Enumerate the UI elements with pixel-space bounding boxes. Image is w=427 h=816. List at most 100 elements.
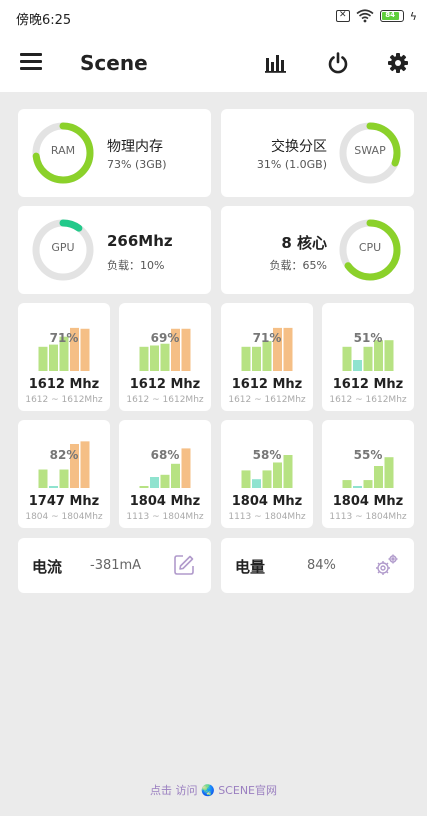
ram-title: 物理内存 bbox=[107, 139, 163, 155]
core-4-bar-1 bbox=[49, 486, 58, 488]
core-load-5: 68% bbox=[150, 448, 180, 462]
status-icons: ✕ 84 ϟ bbox=[335, 9, 417, 23]
battery-icon: 84 bbox=[379, 10, 404, 22]
ram-detail: 73% (3GB) bbox=[107, 158, 167, 171]
core-card-4[interactable]: 82% 1747 Mhz 1804 ~ 1804Mhz bbox=[18, 420, 110, 528]
core-card-7[interactable]: 55% 1804 Mhz 1113 ~ 1804Mhz bbox=[322, 420, 414, 528]
power-icon[interactable] bbox=[325, 50, 351, 76]
core-freq-4: 1747 Mhz bbox=[28, 494, 100, 509]
core-7-bar-2 bbox=[363, 480, 373, 488]
menu-button[interactable] bbox=[20, 53, 42, 71]
core-3-bar-2 bbox=[363, 346, 373, 371]
core-5-bar-1 bbox=[150, 477, 159, 488]
app-bar: Scene bbox=[0, 36, 427, 92]
core-0-bar-0 bbox=[38, 346, 48, 371]
settings-icon[interactable] bbox=[385, 50, 411, 76]
core-freq-1: 1612 Mhz bbox=[129, 377, 201, 392]
core-card-0[interactable]: 71% 1612 Mhz 1612 ~ 1612Mhz bbox=[18, 303, 110, 411]
core-1-bar-2 bbox=[160, 343, 170, 371]
core-freq-0: 1612 Mhz bbox=[28, 377, 100, 392]
core-2-bar-0 bbox=[241, 346, 251, 371]
core-range-0: 1612 ~ 1612Mhz bbox=[25, 395, 103, 405]
core-freq-6: 1804 Mhz bbox=[231, 494, 303, 509]
core-load-6: 58% bbox=[252, 448, 282, 462]
core-load-7: 55% bbox=[353, 448, 383, 462]
core-2-bar-1 bbox=[252, 346, 261, 371]
core-range-1: 1612 ~ 1612Mhz bbox=[126, 395, 204, 405]
current-card[interactable]: 电流 -381mA bbox=[18, 538, 211, 593]
gpu-load: 负载：10% bbox=[107, 259, 165, 272]
status-time: 傍晚6:25 bbox=[16, 13, 72, 28]
globe-icon: 🌏 bbox=[201, 784, 215, 797]
cpu-ring-label: CPU bbox=[358, 241, 382, 254]
swap-title: 交换分区 bbox=[271, 139, 327, 155]
core-6-bar-2 bbox=[262, 470, 272, 488]
core-card-5[interactable]: 68% 1804 Mhz 1113 ~ 1804Mhz bbox=[119, 420, 211, 528]
gpu-frequency: 266Mhz bbox=[107, 232, 173, 250]
core-card-2[interactable]: 71% 1612 Mhz 1612 ~ 1612Mhz bbox=[221, 303, 313, 411]
cpu-cores: 8 核心 bbox=[281, 234, 327, 252]
gpu-ring-label: GPU bbox=[51, 241, 75, 254]
footer-text: 点击 访问 bbox=[150, 784, 198, 797]
core-5-bar-3 bbox=[171, 463, 180, 488]
core-card-1[interactable]: 69% 1612 Mhz 1612 ~ 1612Mhz bbox=[119, 303, 211, 411]
current-label: 电流 bbox=[32, 558, 63, 576]
core-0-bar-1 bbox=[49, 344, 58, 371]
core-range-6: 1113 ~ 1804Mhz bbox=[228, 512, 306, 522]
battery-card[interactable]: 电量 84% bbox=[221, 538, 414, 593]
website-link[interactable]: SCENE官网 bbox=[218, 784, 277, 797]
core-card-3[interactable]: 51% 1612 Mhz 1612 ~ 1612Mhz bbox=[322, 303, 414, 411]
cpu-load: 负载：65% bbox=[269, 259, 327, 272]
core-range-7: 1113 ~ 1804Mhz bbox=[329, 512, 407, 522]
core-load-2: 71% bbox=[252, 331, 282, 345]
core-freq-2: 1612 Mhz bbox=[231, 377, 303, 392]
core-7-bar-3 bbox=[374, 466, 383, 488]
core-range-5: 1113 ~ 1804Mhz bbox=[126, 512, 204, 522]
swap-card[interactable]: 交换分区 31% (1.0GB) SWAP bbox=[221, 109, 414, 197]
core-6-bar-0 bbox=[241, 470, 251, 488]
ram-card[interactable]: RAM 物理内存 73% (3GB) bbox=[18, 109, 211, 197]
core-load-4: 82% bbox=[49, 448, 79, 462]
edit-icon[interactable] bbox=[173, 554, 195, 576]
core-range-4: 1804 ~ 1804Mhz bbox=[25, 512, 103, 522]
core-5-bar-2 bbox=[160, 474, 170, 488]
core-5-bar-0 bbox=[139, 486, 149, 488]
current-value: -381mA bbox=[90, 558, 142, 573]
core-range-3: 1612 ~ 1612Mhz bbox=[329, 395, 407, 405]
core-4-bar-0 bbox=[38, 469, 48, 488]
core-freq-7: 1804 Mhz bbox=[332, 494, 404, 509]
bar-chart-icon[interactable] bbox=[263, 50, 289, 76]
core-freq-5: 1804 Mhz bbox=[129, 494, 201, 509]
core-7-bar-1 bbox=[353, 486, 362, 488]
core-load-0: 71% bbox=[49, 331, 79, 345]
core-1-bar-1 bbox=[150, 345, 159, 371]
battery-label: 电量 bbox=[235, 558, 266, 576]
core-3-bar-1 bbox=[353, 360, 362, 371]
core-2-bar-2 bbox=[262, 341, 272, 371]
core-6-bar-3 bbox=[273, 462, 282, 488]
battery-settings-icon[interactable] bbox=[374, 552, 400, 578]
core-load-1: 69% bbox=[150, 331, 180, 345]
status-bar: 傍晚6:25 ✕ 84 ϟ bbox=[0, 0, 427, 36]
cpu-card[interactable]: 8 核心 负载：65% CPU bbox=[221, 206, 414, 294]
battery-value: 84% bbox=[307, 558, 336, 573]
no-sim-icon: ✕ bbox=[335, 10, 350, 22]
swap-detail: 31% (1.0GB) bbox=[256, 158, 327, 171]
wifi-icon bbox=[356, 9, 374, 23]
ram-ring-label: RAM bbox=[50, 144, 76, 157]
core-1-bar-0 bbox=[139, 346, 149, 371]
charging-icon: ϟ bbox=[409, 9, 417, 23]
core-card-6[interactable]: 58% 1804 Mhz 1113 ~ 1804Mhz bbox=[221, 420, 313, 528]
core-6-bar-1 bbox=[252, 479, 261, 488]
core-load-3: 51% bbox=[353, 331, 383, 345]
core-3-bar-0 bbox=[342, 346, 352, 371]
gpu-card[interactable]: GPU 266Mhz 负载：10% bbox=[18, 206, 211, 294]
battery-level: 84 bbox=[381, 12, 399, 20]
core-7-bar-0 bbox=[342, 480, 352, 488]
core-range-2: 1612 ~ 1612Mhz bbox=[228, 395, 306, 405]
footer[interactable]: 点击 访问 🌏 SCENE官网 bbox=[0, 782, 427, 798]
core-freq-3: 1612 Mhz bbox=[332, 377, 404, 392]
app-title: Scene bbox=[80, 51, 148, 75]
core-4-bar-2 bbox=[59, 469, 69, 488]
swap-ring-label: SWAP bbox=[354, 144, 386, 157]
